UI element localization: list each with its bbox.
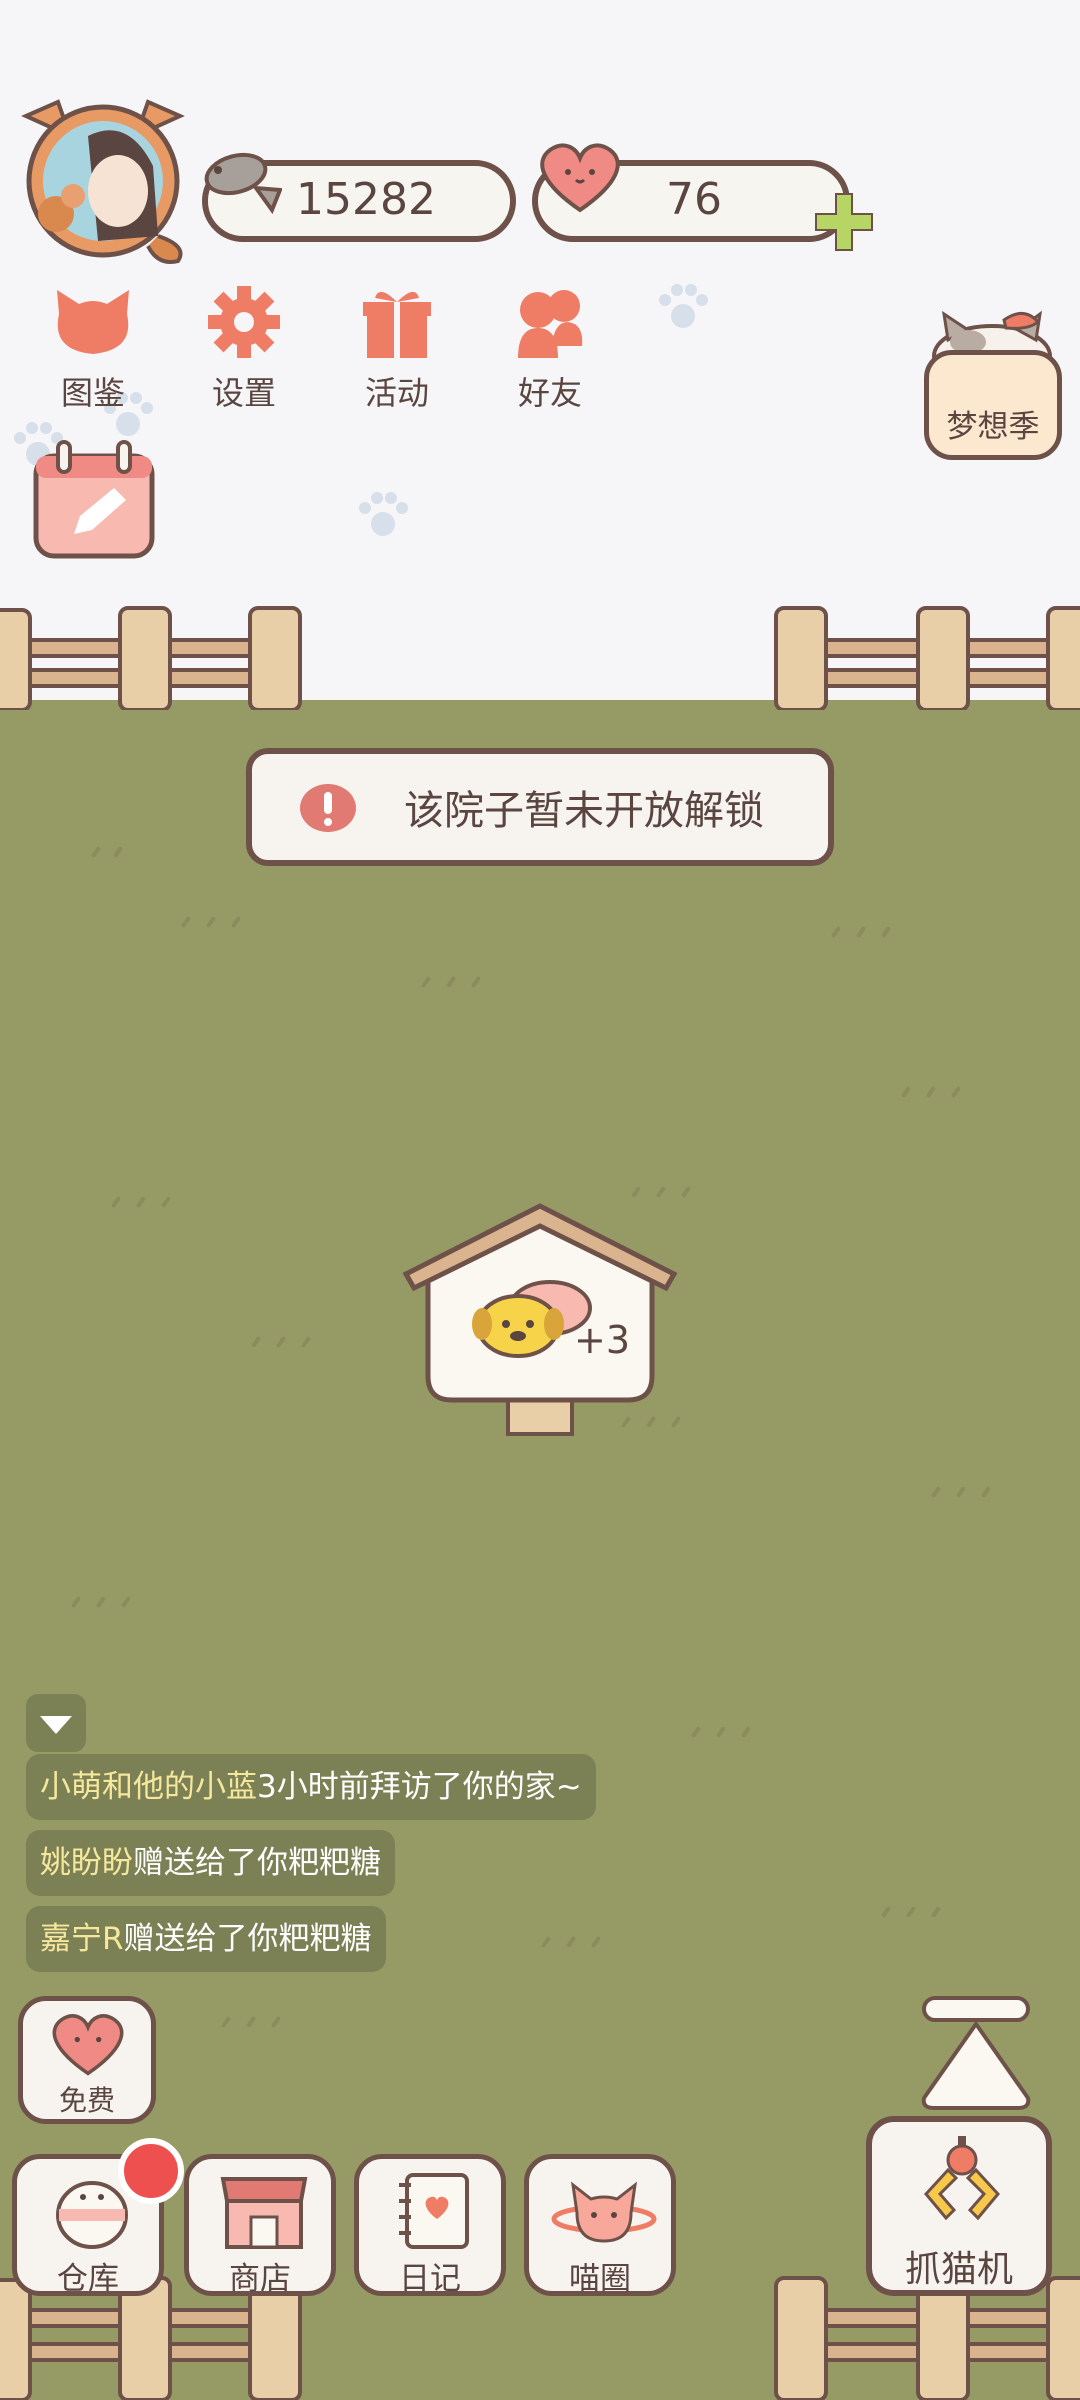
alert-icon (300, 784, 356, 832)
free-label: 免费 (58, 2084, 115, 2117)
menu-settings-label: 设置 (211, 374, 276, 412)
claw-icon (924, 2136, 1000, 2221)
nav-warehouse-label: 仓库 (57, 2261, 119, 2297)
claw-machine-label: 抓猫机 (904, 2249, 1013, 2290)
fish-count: 15282 (296, 174, 436, 225)
claw-machine-button[interactable]: 抓猫机 (866, 2116, 1052, 2296)
feed-message: 赠送给了你粑粑糖 (123, 1921, 372, 1957)
house-cat-count-badge: +3 (574, 1318, 631, 1362)
dream-season-button[interactable]: 梦想季 (924, 350, 1062, 460)
gift-icon (363, 291, 431, 358)
feed-user-name: 小萌和他的小蓝 (40, 1769, 257, 1805)
calendar-edit-button[interactable] (30, 438, 158, 562)
locked-yard-notice: 该院子暂未开放解锁 (246, 748, 834, 866)
nav-cat-circle-label: 喵圈 (569, 2261, 631, 2297)
menu-settings[interactable]: 设置 (183, 284, 305, 412)
nav-shop-label: 商店 (229, 2261, 291, 2297)
fence-right (774, 606, 1080, 710)
paw-print-icon (359, 492, 408, 536)
friends-icon (518, 290, 583, 358)
nav-shop[interactable]: 商店 (184, 2154, 336, 2297)
add-hearts-button[interactable] (810, 188, 878, 256)
menu-events[interactable]: 活动 (336, 284, 458, 412)
menu-friends-label: 好友 (517, 374, 582, 412)
diary-book-icon (399, 2173, 469, 2249)
cat-planet-icon (551, 2181, 657, 2243)
paw-print-icon (659, 284, 708, 328)
nav-cat-circle[interactable]: 喵圈 (524, 2154, 676, 2297)
cat-face-icon (57, 290, 129, 354)
heart-icon (52, 2014, 124, 2076)
heart-icon (540, 143, 620, 213)
claw-machine-top (921, 1996, 1031, 2110)
feed-item: 小萌和他的小蓝3小时前拜访了你的家~ (26, 1754, 596, 1820)
cat-house[interactable] (400, 1200, 680, 1440)
heart-count: 76 (666, 174, 722, 225)
menu-events-label: 活动 (364, 374, 429, 412)
feed-user-name: 嘉宁R (40, 1921, 124, 1957)
feed-message: 赠送给了你粑粑糖 (133, 1845, 381, 1881)
fish-icon (204, 152, 282, 215)
player-avatar[interactable] (18, 96, 188, 266)
free-hearts-button[interactable]: 免费 (18, 1996, 156, 2124)
nav-diary-label: 日记 (399, 2261, 461, 2297)
feed-toggle-button[interactable] (26, 1694, 86, 1752)
dream-season-label: 梦想季 (946, 409, 1040, 445)
shop-icon (220, 2177, 308, 2249)
fence-left (0, 606, 302, 710)
feed-message: 3小时前拜访了你的家~ (257, 1769, 582, 1805)
menu-friends[interactable]: 好友 (489, 284, 611, 412)
feed-item: 嘉宁R赠送给了你粑粑糖 (26, 1906, 386, 1972)
menu-collection-label: 图鉴 (60, 374, 125, 412)
gear-icon (208, 286, 280, 358)
notification-badge (118, 2138, 184, 2204)
feed-item: 姚盼盼赠送给了你粑粑糖 (26, 1830, 395, 1896)
menu-collection[interactable]: 图鉴 (32, 284, 154, 412)
notice-text: 该院子暂未开放解锁 (404, 788, 764, 834)
nav-diary[interactable]: 日记 (354, 2154, 506, 2297)
feed-user-name: 姚盼盼 (40, 1845, 133, 1881)
